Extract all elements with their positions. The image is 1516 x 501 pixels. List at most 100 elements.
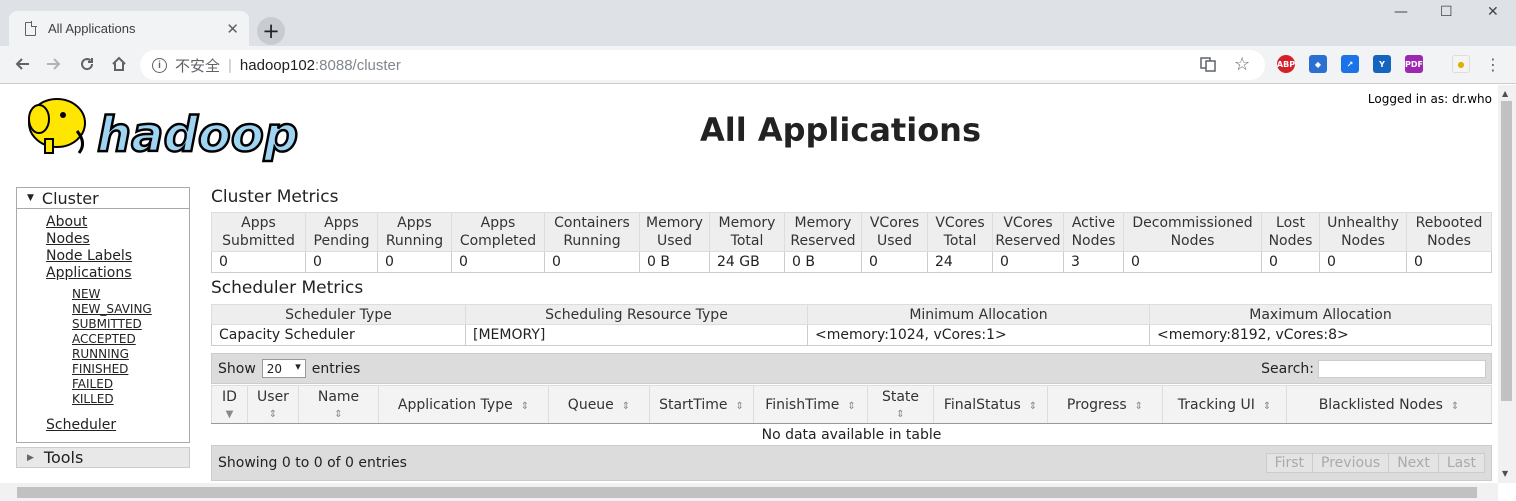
sort-icon: ⇕ [847, 400, 856, 412]
cluster-metrics-table: Apps Submitted Apps Pending Apps Running Apps C… [211, 212, 1492, 273]
logo-text: hadoop [97, 107, 298, 163]
metric-header-line1: Memory [646, 215, 703, 231]
sidebar-link-node-labels[interactable]: Node Labels [17, 248, 189, 265]
metric-value-link[interactable]: 0 [1414, 254, 1423, 270]
sidebar-state-new-saving[interactable]: NEW_SAVING [17, 302, 189, 317]
reload-icon[interactable] [75, 52, 99, 76]
column-header[interactable]: FinishTime ⇕ [753, 385, 868, 424]
sort-icon: ▼ [225, 408, 234, 420]
menu-dots-icon[interactable]: ⋮ [1481, 52, 1505, 76]
metric-header: Memory Total [709, 212, 785, 252]
bookmark-star-icon[interactable]: ☆ [1234, 54, 1250, 75]
column-header-label: Queue [567, 396, 614, 413]
maximize-icon[interactable]: ☐ [1440, 4, 1453, 20]
sidebar-state-new[interactable]: NEW [17, 287, 189, 302]
metric-header-line2: Running [385, 233, 444, 249]
metric-value-link[interactable]: 0 [1327, 254, 1336, 270]
column-header[interactable]: Blacklisted Nodes ⇕ [1286, 385, 1492, 424]
tools-label: Tools [43, 448, 84, 467]
column-header[interactable]: User ⇕ [247, 385, 299, 424]
sidebar-link-about[interactable]: About [17, 214, 189, 231]
column-header[interactable]: Queue ⇕ [548, 385, 650, 424]
abp-icon[interactable]: ABP [1277, 55, 1295, 73]
vertical-scroll-thumb[interactable] [1501, 101, 1512, 401]
address-bar[interactable]: i 不安全 | hadoop102:8088/cluster ☆ [140, 50, 1265, 80]
metric-header-line2: Nodes [1071, 233, 1116, 249]
column-header-label: Tracking UI [1177, 396, 1255, 413]
sidebar-tools[interactable]: ▶ Tools [16, 447, 190, 468]
metric-header-line1: Memory [718, 215, 776, 231]
minimize-icon[interactable]: — [1394, 4, 1408, 20]
extension-blue-icon[interactable]: ↗ [1341, 55, 1359, 73]
empty-table-message: No data available in table [211, 423, 1492, 446]
sidebar-state-submitted[interactable]: SUBMITTED [17, 317, 189, 332]
sidebar-state-failed[interactable]: FAILED [17, 377, 189, 392]
column-header-label: Progress [1066, 396, 1127, 413]
sidebar-link-applications[interactable]: Applications [17, 265, 189, 282]
metric-header-line1: Containers [554, 215, 630, 231]
horizontal-scrollbar[interactable] [0, 483, 1498, 501]
sidebar-state-accepted[interactable]: ACCEPTED [17, 332, 189, 347]
sort-icon: ⇕ [1028, 400, 1038, 412]
page-size-select[interactable]: 20 [261, 359, 306, 378]
extension-pdf-icon[interactable]: PDF [1405, 55, 1423, 73]
metric-value-link[interactable]: 0 [1131, 254, 1140, 270]
metric-value-link[interactable]: 0 [1269, 254, 1278, 270]
metric-header: Active Nodes [1063, 212, 1124, 252]
browser-tab-bar: All Applications ✕ + — ☐ ✕ [0, 0, 1516, 46]
profile-avatar[interactable]: ● [1452, 55, 1470, 73]
scroll-down-icon[interactable]: ▼ [1502, 469, 1508, 478]
pager-first-button[interactable]: First [1265, 453, 1314, 473]
metric-header: Unhealthy Nodes [1319, 212, 1407, 252]
pager-last-button[interactable]: Last [1437, 453, 1485, 473]
metric-value: 0 [1123, 251, 1262, 273]
metric-header: Lost Nodes [1261, 212, 1320, 252]
metric-header: Apps Completed [451, 212, 545, 252]
scroll-up-icon[interactable]: ▲ [1502, 89, 1508, 98]
pager-previous-button[interactable]: Previous [1312, 453, 1390, 473]
column-header[interactable]: Tracking UI ⇕ [1162, 385, 1287, 424]
sidebar-link-scheduler[interactable]: Scheduler [17, 417, 189, 434]
scheduler-metrics-table: Scheduler Type Scheduling Resource Type … [211, 304, 1492, 346]
entries-label: entries [311, 360, 361, 377]
home-icon[interactable] [107, 52, 131, 76]
sidebar-state-finished[interactable]: FINISHED [17, 362, 189, 377]
vertical-scrollbar[interactable]: ▲ ▼ [1498, 85, 1516, 483]
column-header[interactable]: Application Type ⇕ [378, 385, 549, 424]
metric-header-line1: Decommissioned [1132, 215, 1253, 231]
metric-value-link[interactable]: 3 [1071, 254, 1080, 270]
column-header[interactable]: State ⇕ [867, 385, 934, 424]
metric-header-line1: Apps [324, 215, 359, 231]
extension-vue-icon[interactable]: Y [1373, 55, 1391, 73]
pager-next-button[interactable]: Next [1388, 453, 1439, 473]
search-input[interactable] [1318, 359, 1486, 378]
horizontal-scroll-thumb[interactable] [17, 487, 1477, 498]
column-header[interactable]: FinalStatus ⇕ [933, 385, 1048, 424]
column-header[interactable]: ID ▼ [211, 385, 248, 424]
browser-tab[interactable]: All Applications ✕ [9, 11, 249, 46]
column-header[interactable]: StartTime ⇕ [649, 385, 754, 424]
close-tab-icon[interactable]: ✕ [226, 20, 239, 38]
metric-value: 0 [1261, 251, 1320, 273]
column-header[interactable]: Name ⇕ [298, 385, 379, 424]
metric-value: 24 GB [709, 251, 785, 273]
metric-header-line1: Rebooted [1415, 215, 1483, 231]
column-header[interactable]: Progress ⇕ [1047, 385, 1163, 424]
extension-blue-hat-icon[interactable]: ◆ [1309, 55, 1327, 73]
translate-icon[interactable] [1200, 56, 1216, 77]
cluster-header[interactable]: ▼ Cluster [17, 188, 189, 209]
sidebar-link-nodes[interactable]: Nodes [17, 231, 189, 248]
new-tab-button[interactable]: + [257, 17, 285, 45]
close-window-icon[interactable]: ✕ [1487, 4, 1499, 20]
column-header-label: Name [317, 388, 360, 405]
sidebar-state-killed[interactable]: KILLED [17, 392, 189, 407]
forward-icon[interactable] [42, 52, 66, 76]
info-icon[interactable]: i [152, 57, 167, 73]
metric-header-line2: Nodes [1268, 233, 1313, 249]
back-icon[interactable] [10, 52, 34, 76]
url-path: :8088/cluster [315, 56, 401, 74]
column-header-label: Application Type [397, 396, 513, 413]
metric-value: 0 [451, 251, 545, 273]
sched-header-max: Maximum Allocation [1149, 304, 1492, 325]
sidebar-state-running[interactable]: RUNNING [17, 347, 189, 362]
